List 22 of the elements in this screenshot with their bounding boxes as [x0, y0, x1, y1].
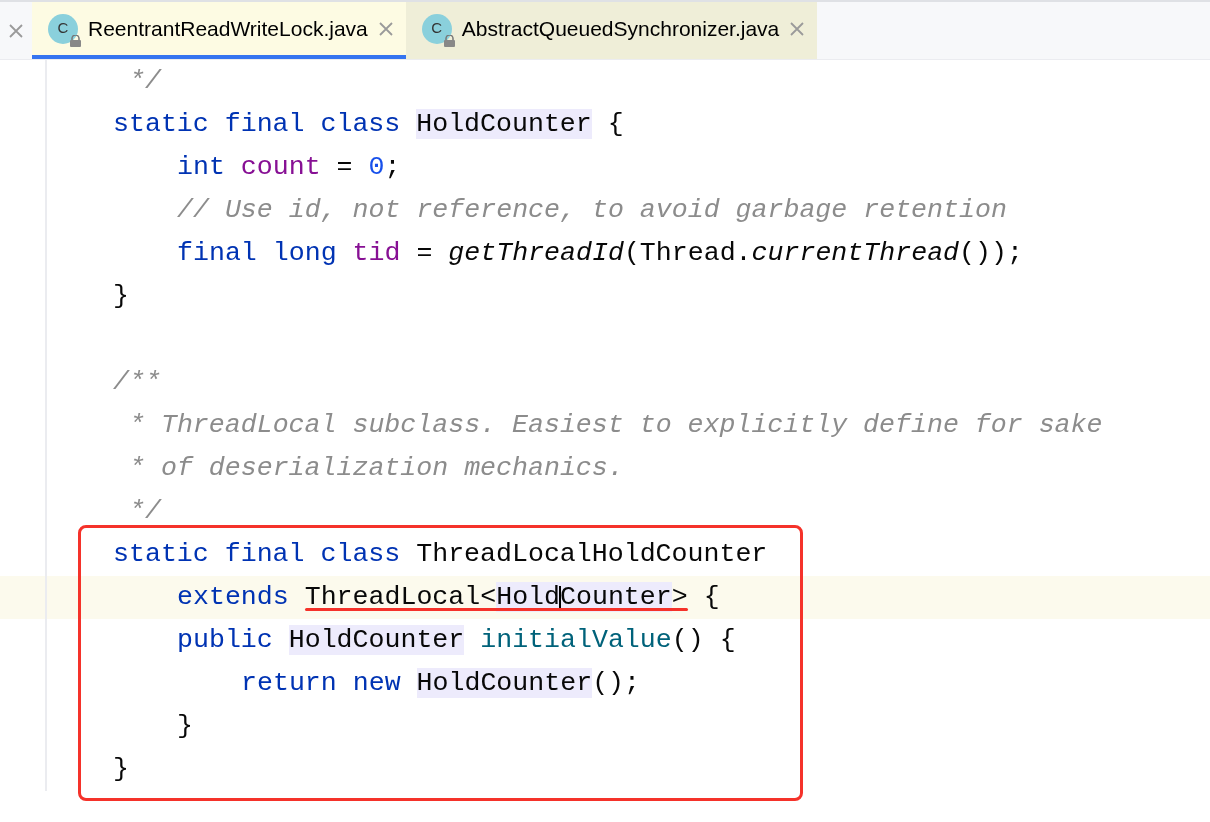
code-line: public HoldCounter initialValue() { [176, 624, 737, 657]
class-file-icon: C [48, 13, 78, 44]
close-icon[interactable] [377, 20, 394, 37]
editor-tab[interactable]: C AbstractQueuedSynchronizer.java [405, 2, 818, 59]
editor-tab[interactable]: C ReentrantReadWriteLock.java [32, 2, 406, 59]
code-line: int count = 0; [176, 151, 402, 184]
close-icon[interactable] [8, 22, 24, 39]
code-line: static final class HoldCounter { [112, 108, 625, 141]
code-line: } [112, 280, 130, 313]
code-line: final long tid = getThreadId(Thread.currentThread()); [176, 237, 1024, 270]
code-line: /** [112, 366, 162, 399]
class-file-icon: C [421, 13, 452, 44]
code-line: // Use id, not reference, to avoid garbage retention [176, 194, 1008, 227]
code-line: * of deserialization mechanics. [128, 452, 625, 485]
close-icon[interactable] [789, 20, 806, 37]
code-line: } [176, 710, 194, 743]
code-line: */ [128, 495, 163, 528]
code-line: static final class ThreadLocalHoldCounter [112, 538, 769, 571]
code-line: * ThreadLocal subclass. Easiest to explicitly define for sake [128, 409, 1104, 442]
code-line: } [112, 753, 130, 786]
code-line: return new HoldCounter(); [240, 667, 641, 700]
code-line: */ [128, 65, 163, 98]
